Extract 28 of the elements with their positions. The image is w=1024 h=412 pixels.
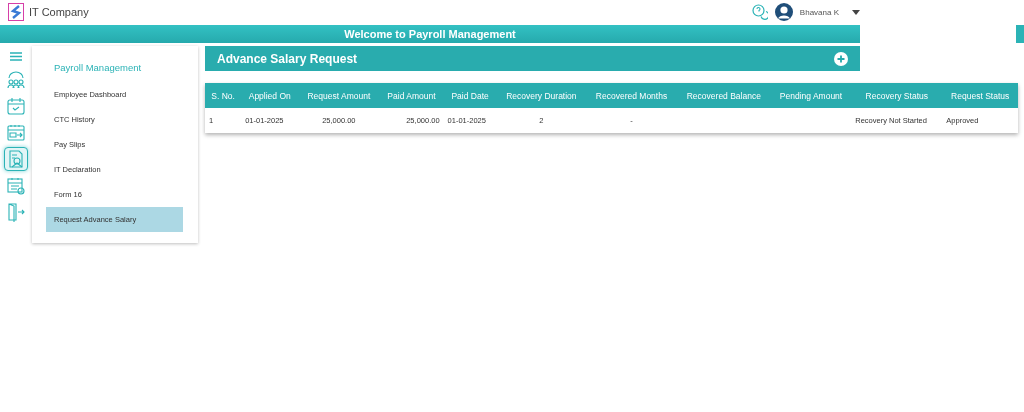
column-header: Recovered Months	[586, 83, 677, 108]
add-icon[interactable]	[834, 51, 848, 66]
page-banner: Welcome to Payroll Management	[0, 25, 860, 43]
exit-icon[interactable]	[5, 201, 27, 223]
column-header: Recovery Status	[851, 83, 943, 108]
column-header: Request Amount	[298, 83, 380, 108]
calendar-check-icon[interactable]	[5, 95, 27, 117]
caret-icon[interactable]	[852, 9, 860, 15]
column-header: Pending Amount	[770, 83, 852, 108]
column-header: Request Status	[942, 83, 1018, 108]
menu-icon[interactable]	[10, 52, 22, 61]
team-icon[interactable]	[5, 69, 27, 91]
sidebar-title: Payroll Management	[53, 62, 143, 75]
company-logo-icon	[8, 3, 24, 21]
company-name: IT Company	[29, 6, 89, 18]
column-header: S. No.	[205, 83, 242, 108]
avatar-icon[interactable]	[774, 3, 793, 21]
calendar-clock-icon[interactable]	[5, 175, 27, 197]
column-header: Recovered Balance	[676, 83, 771, 108]
banner-edge	[1016, 25, 1024, 43]
help-chat-icon[interactable]	[751, 4, 768, 20]
column-header: Recovery Duration	[496, 83, 587, 108]
user-name[interactable]: Bhavana K	[799, 7, 839, 17]
column-header: Applied On	[241, 83, 299, 108]
panel-title: Advance Salary Request	[217, 51, 358, 66]
column-header: Paid Amount	[379, 83, 444, 108]
column-header: Paid Date	[443, 83, 497, 108]
document-icon[interactable]	[4, 147, 28, 171]
